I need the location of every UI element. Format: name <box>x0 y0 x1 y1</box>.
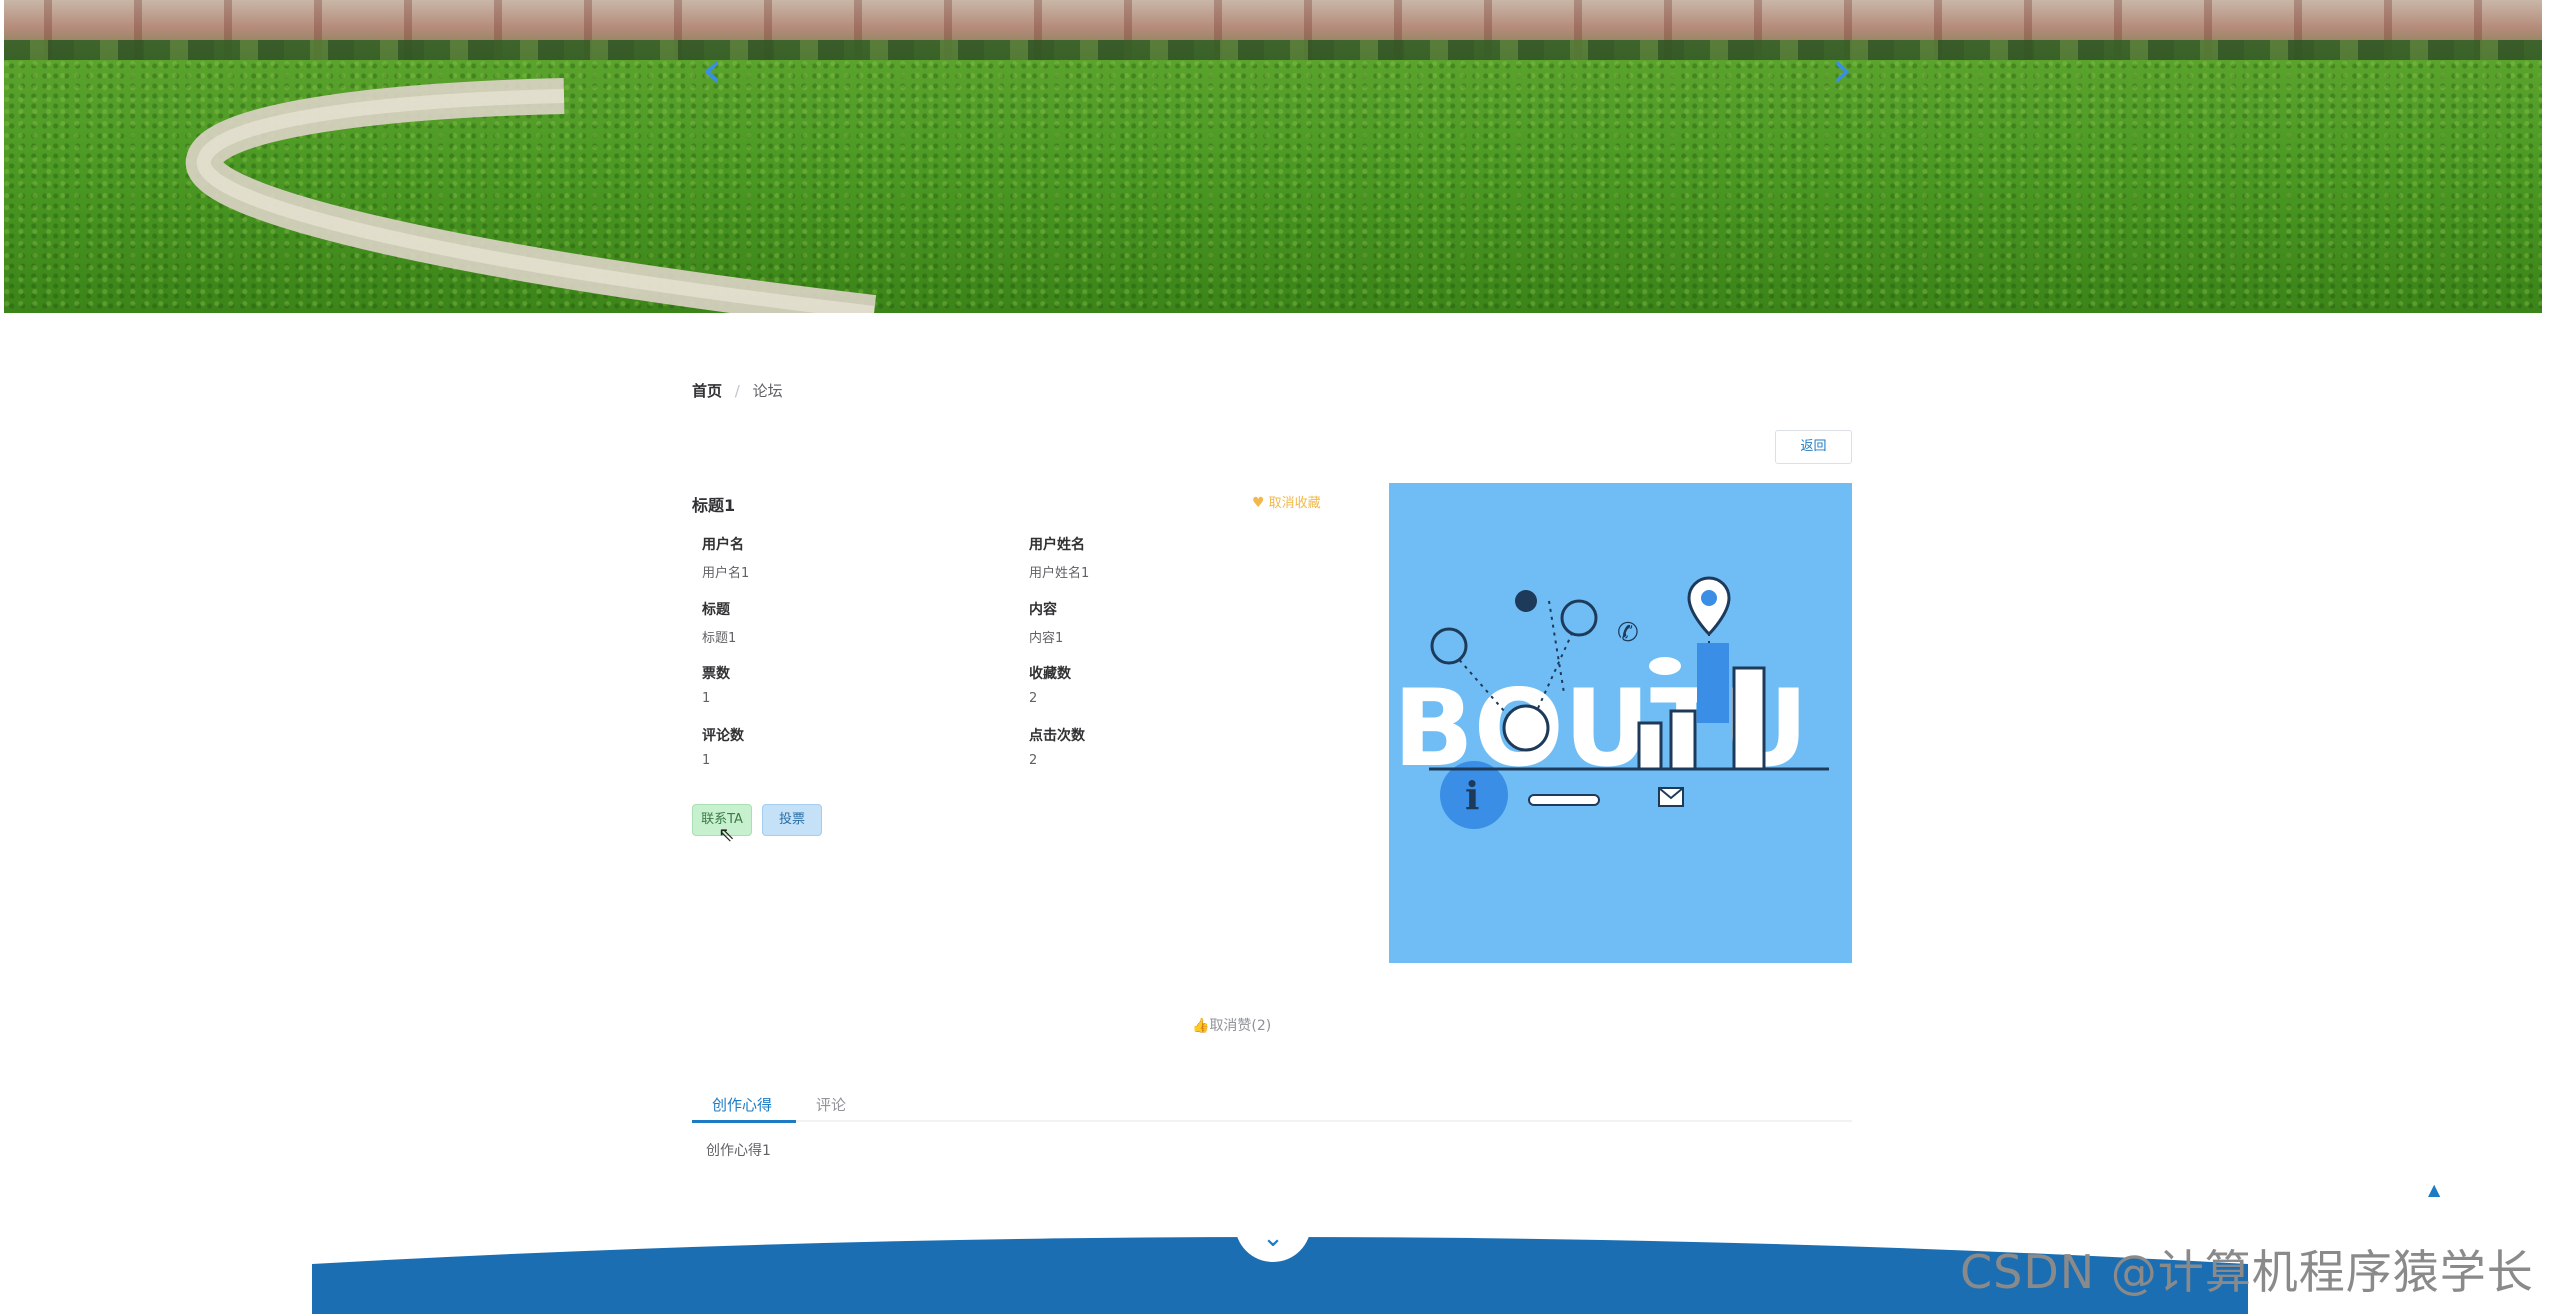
field-favorites: 收藏数 2 <box>1029 663 1329 706</box>
field-title: 标题 标题1 <box>702 599 1002 646</box>
detail-title: 标题1 <box>692 496 736 515</box>
breadcrumb-home[interactable]: 首页 <box>692 382 722 400</box>
field-value: 2 <box>1029 753 1038 768</box>
carousel-prev-icon[interactable]: ‹ <box>692 44 732 104</box>
breadcrumb: 首页 / 论坛 <box>692 380 783 401</box>
vote-button[interactable]: 投票 <box>762 804 822 836</box>
tab-creative-notes[interactable]: 创作心得 <box>712 1094 772 1115</box>
field-username: 用户名 用户名1 <box>702 534 1002 581</box>
heart-icon: ♥ <box>1252 495 1265 511</box>
thumbs-up-icon: 👍 <box>1192 1018 1210 1034</box>
svg-text:i: i <box>1465 773 1479 818</box>
active-tab-indicator <box>692 1120 796 1123</box>
field-label: 内容 <box>1029 602 1057 618</box>
banner-track-path <box>185 78 877 313</box>
field-label: 评论数 <box>702 728 744 744</box>
detail-image: BOUTU i ✆ <box>1389 483 1852 963</box>
field-value: 用户姓名1 <box>1029 566 1090 581</box>
back-to-top-icon[interactable]: ▲ <box>2428 1180 2440 1199</box>
back-button[interactable]: 返回 <box>1775 430 1852 464</box>
field-user-fullname: 用户姓名 用户姓名1 <box>1029 534 1329 581</box>
watermark: CSDN @计算机程序猿学长 <box>1960 1245 2534 1299</box>
field-votes: 票数 1 <box>702 663 1002 706</box>
tab-content: 创作心得1 <box>706 1143 771 1159</box>
field-label: 用户名 <box>702 537 744 553</box>
field-label: 点击次数 <box>1029 728 1085 744</box>
field-label: 收藏数 <box>1029 666 1071 682</box>
field-value: 1 <box>702 691 711 706</box>
unfavorite-button[interactable]: ♥ 取消收藏 <box>1252 492 1321 511</box>
mouse-cursor-icon: ⇖ <box>718 822 735 846</box>
page: ‹ › 首页 / 论坛 返回 标题1 ♥ 取消收藏 用户名 用户名1 用户姓名 用… <box>0 0 2560 1314</box>
field-label: 标题 <box>702 602 730 618</box>
unlike-label: 取消赞(2) <box>1209 1018 1272 1034</box>
field-value: 2 <box>1029 691 1038 706</box>
carousel-next-icon[interactable]: › <box>1822 44 1862 104</box>
banner-carousel[interactable]: ‹ › <box>4 0 2542 313</box>
field-label: 票数 <box>702 666 730 682</box>
field-value: 1 <box>702 753 711 768</box>
breadcrumb-separator: / <box>734 382 740 400</box>
unfavorite-label: 取消收藏 <box>1268 496 1321 511</box>
about-us-illustration: BOUTU i ✆ <box>1389 483 1852 963</box>
field-comments: 评论数 1 <box>702 725 1002 768</box>
field-value: 用户名1 <box>702 566 750 581</box>
field-value: 标题1 <box>702 631 737 646</box>
field-value: 内容1 <box>1029 631 1064 646</box>
tab-comments[interactable]: 评论 <box>816 1094 846 1115</box>
svg-text:✆: ✆ <box>1617 618 1639 648</box>
field-label: 用户姓名 <box>1029 537 1085 553</box>
field-content: 内容 内容1 <box>1029 599 1329 646</box>
breadcrumb-current: 论坛 <box>752 382 783 400</box>
field-clicks: 点击次数 2 <box>1029 725 1329 768</box>
detail-tabs: 创作心得 评论 <box>692 1082 1852 1123</box>
unlike-button[interactable]: 👍取消赞(2) <box>1192 1015 1271 1035</box>
